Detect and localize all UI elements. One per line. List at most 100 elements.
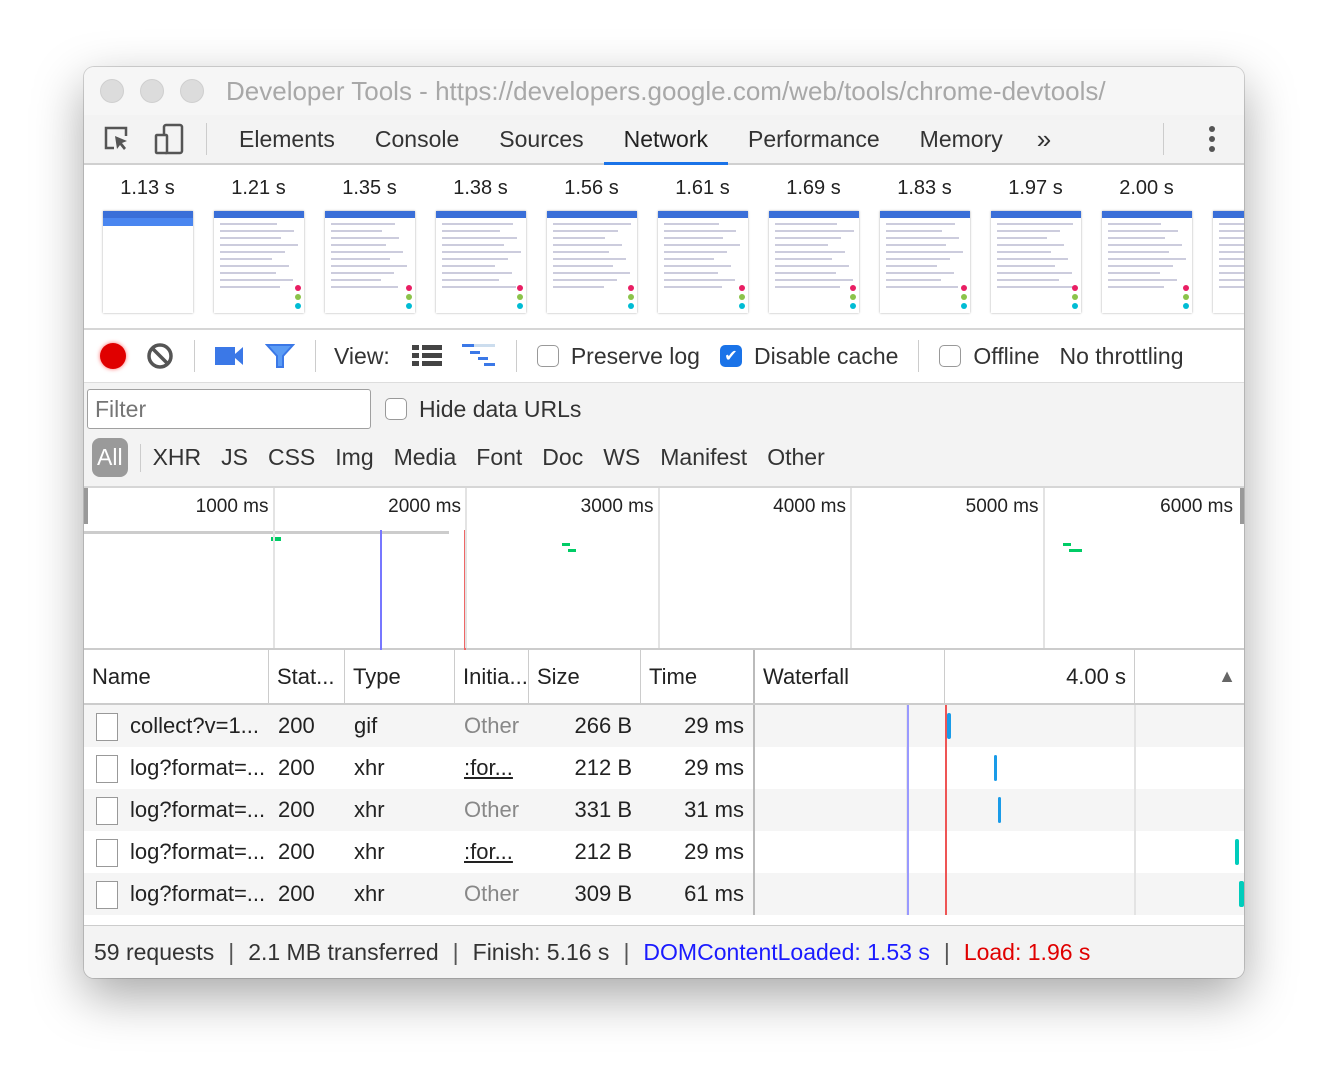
frame-time: 1.83 s xyxy=(897,177,952,199)
inspect-element-icon[interactable] xyxy=(102,124,132,154)
table-row[interactable]: log?format=... 200 xhr:for... 212 B 29 ms xyxy=(84,747,1244,789)
cell-type: xhr xyxy=(354,797,385,822)
close-window-button[interactable] xyxy=(100,79,124,103)
cell-initiator[interactable]: :for... xyxy=(455,831,529,873)
frame-time: 1.13 s xyxy=(120,177,175,199)
divider xyxy=(315,340,316,372)
disable-cache-label: Disable cache xyxy=(753,342,899,369)
filter-type-doc[interactable]: Doc xyxy=(542,444,583,471)
request-name[interactable]: log?format=... xyxy=(130,881,265,906)
filmstrip-frame[interactable]: 1.38 s xyxy=(425,165,536,328)
filter-type-media[interactable]: Media xyxy=(394,444,457,471)
frame-time: 1.69 s xyxy=(786,177,841,199)
filmstrip-frame[interactable]: 1.69 s xyxy=(758,165,869,328)
filter-type-ws[interactable]: WS xyxy=(603,444,640,471)
table-row[interactable]: log?format=... 200 xhr Other 309 B 61 ms xyxy=(84,873,1244,915)
frame-thumbnail xyxy=(213,211,304,313)
request-name[interactable]: log?format=... xyxy=(130,755,265,780)
tab-memory[interactable]: Memory xyxy=(900,115,1023,163)
filter-type-img[interactable]: Img xyxy=(335,444,373,471)
overview-view-button[interactable] xyxy=(461,344,496,368)
filter-input[interactable] xyxy=(87,389,371,429)
filter-type-css[interactable]: CSS xyxy=(268,444,315,471)
table-row[interactable]: log?format=... 200 xhr:for... 212 B 29 ms xyxy=(84,831,1244,873)
frame-thumbnail xyxy=(768,211,859,313)
filter-type-js[interactable]: JS xyxy=(221,444,248,471)
filmstrip-frame[interactable]: 1.13 s xyxy=(92,165,203,328)
column-header-waterfall[interactable]: Waterfall xyxy=(755,650,945,703)
tab-console[interactable]: Console xyxy=(355,115,479,163)
column-header-name[interactable]: Name xyxy=(84,650,269,703)
tab-network[interactable]: Network xyxy=(603,115,729,165)
divider xyxy=(515,340,517,372)
devtools-window: Developer Tools - https://developers.goo… xyxy=(84,67,1244,978)
filmstrip-frame[interactable]: 1.97 s xyxy=(980,165,1091,328)
column-header-initiator[interactable]: Initia... xyxy=(455,650,529,703)
checkbox[interactable] xyxy=(536,345,559,367)
checkmark-icon[interactable]: ✔ xyxy=(719,345,742,367)
table-row[interactable]: collect?v=1... 200 gif Other 266 B 29 ms xyxy=(84,705,1244,747)
filmstrip-frame[interactable]: 1.35 s xyxy=(314,165,425,328)
cell-size: 266 B xyxy=(574,713,633,738)
network-overview[interactable]: 1000 ms 2000 ms 3000 ms 4000 ms 5000 ms 6000 … xyxy=(84,488,1244,650)
filter-type-xhr[interactable]: XHR xyxy=(153,444,202,471)
overview-right-handle[interactable] xyxy=(1240,488,1244,524)
cell-initiator: Other xyxy=(464,881,520,906)
tab-sources[interactable]: Sources xyxy=(479,115,603,163)
column-header-type[interactable]: Type xyxy=(345,650,455,703)
filter-type-manifest[interactable]: Manifest xyxy=(660,444,747,471)
minimize-window-button[interactable] xyxy=(140,79,164,103)
frame-thumbnail xyxy=(879,211,970,313)
filmstrip-frame[interactable]: 2.00 s xyxy=(1091,165,1202,328)
request-name[interactable]: collect?v=1... xyxy=(130,713,259,738)
filmstrip-frame[interactable]: 1.56 s xyxy=(536,165,647,328)
tab-performance[interactable]: Performance xyxy=(728,115,900,163)
checkbox[interactable] xyxy=(939,345,962,367)
column-header-time[interactable]: Time xyxy=(641,650,755,703)
cell-initiator[interactable]: :for... xyxy=(455,747,529,789)
more-tabs-button[interactable]: » xyxy=(1023,115,1065,163)
filmstrip-frame[interactable]: 1.21 s xyxy=(203,165,314,328)
table-header: Name Stat... Type Initia... Size Time Waterfal… xyxy=(84,650,1244,705)
filmstrip-frame[interactable]: 2.0 xyxy=(1202,165,1244,328)
filmstrip-frame[interactable]: 1.83 s xyxy=(869,165,980,328)
filter-type-font[interactable]: Font xyxy=(476,444,522,471)
preserve-log-checkbox[interactable]: Preserve log xyxy=(536,343,700,370)
cell-status: 200 xyxy=(278,755,315,780)
record-button[interactable] xyxy=(100,343,126,369)
finish-time: Finish: 5.16 s xyxy=(472,938,610,965)
more-options-icon[interactable] xyxy=(1208,124,1216,154)
tick-label: 6000 ms xyxy=(1160,496,1233,517)
frame-time: 1.56 s xyxy=(564,177,619,199)
throttling-select[interactable]: No throttling xyxy=(1059,343,1183,370)
column-header-waterfall-time[interactable]: 4.00 s xyxy=(945,650,1135,703)
waterfall-bar xyxy=(947,713,951,739)
overview-tick: 6000 ms xyxy=(84,488,1237,648)
sort-ascending-icon[interactable]: ▲ xyxy=(1135,650,1244,703)
column-header-size[interactable]: Size xyxy=(529,650,641,703)
offline-checkbox[interactable]: Offline xyxy=(939,343,1039,370)
capture-screenshots-button[interactable] xyxy=(215,346,245,366)
filmstrip-frame[interactable]: 1.61 s xyxy=(647,165,758,328)
column-header-status[interactable]: Stat... xyxy=(269,650,345,703)
request-name[interactable]: log?format=... xyxy=(130,797,265,822)
device-toolbar-icon[interactable] xyxy=(154,123,186,155)
filter-toggle-button[interactable] xyxy=(265,343,295,369)
filter-type-other[interactable]: Other xyxy=(767,444,825,471)
window-title: Developer Tools - https://developers.goo… xyxy=(226,75,1106,106)
cell-time: 31 ms xyxy=(641,789,755,831)
tab-elements[interactable]: Elements xyxy=(219,115,355,163)
waterfall-bar xyxy=(998,797,1001,823)
list-view-icon xyxy=(411,345,442,366)
panel-tabs: Elements Console Sources Network Perform… xyxy=(84,115,1244,165)
domcontentloaded-time: DOMContentLoaded: 1.53 s xyxy=(643,938,930,965)
disable-cache-checkbox[interactable]: ✔ Disable cache xyxy=(719,342,899,370)
table-row[interactable]: log?format=... 200 xhr Other 331 B 31 ms xyxy=(84,789,1244,831)
filter-type-all[interactable]: All xyxy=(92,438,128,477)
network-toolbar: View: Preserve log ✔ Disable cache Offlin… xyxy=(84,330,1244,383)
request-name[interactable]: log?format=... xyxy=(130,839,265,864)
clear-button[interactable] xyxy=(146,342,174,370)
large-rows-view-button[interactable] xyxy=(411,345,442,367)
hide-data-urls-checkbox[interactable] xyxy=(385,398,407,420)
zoom-window-button[interactable] xyxy=(180,79,204,103)
